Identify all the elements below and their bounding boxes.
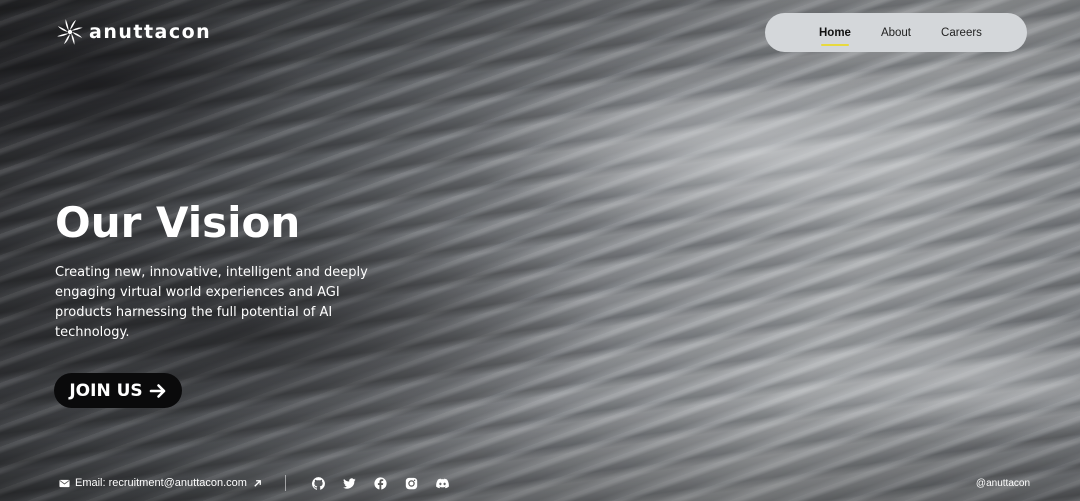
hero-title: Our Vision bbox=[55, 198, 301, 247]
brand-name: anuttacon bbox=[89, 21, 212, 43]
arrow-right-icon bbox=[149, 383, 165, 398]
github-icon[interactable] bbox=[312, 477, 325, 490]
social-links bbox=[312, 477, 449, 490]
brand-logo[interactable]: anuttacon bbox=[57, 19, 211, 45]
join-us-label: JOIN US bbox=[69, 380, 143, 401]
discord-icon[interactable] bbox=[436, 477, 449, 490]
instagram-icon[interactable] bbox=[405, 477, 418, 490]
top-nav: Home About Careers bbox=[765, 13, 1027, 52]
pinwheel-logo-icon bbox=[57, 19, 83, 45]
mail-icon bbox=[59, 479, 70, 487]
external-arrow-icon bbox=[254, 479, 261, 487]
join-us-button[interactable]: JOIN US bbox=[54, 373, 182, 408]
hero-description: Creating new, innovative, intelligent an… bbox=[55, 265, 368, 340]
background-vignette bbox=[0, 0, 1080, 501]
nav-about[interactable]: About bbox=[881, 27, 911, 39]
social-handle[interactable]: @anuttacon bbox=[976, 478, 1030, 489]
email-text: Email: recruitment@anuttacon.com bbox=[75, 477, 247, 489]
nav-home[interactable]: Home bbox=[819, 27, 851, 46]
twitter-icon[interactable] bbox=[343, 477, 356, 490]
nav-careers[interactable]: Careers bbox=[941, 27, 982, 39]
footer-divider bbox=[285, 475, 286, 491]
facebook-icon[interactable] bbox=[374, 477, 387, 490]
footer: Email: recruitment@anuttacon.com @anutta… bbox=[0, 475, 1080, 495]
email-link[interactable]: Email: recruitment@anuttacon.com bbox=[59, 477, 263, 489]
